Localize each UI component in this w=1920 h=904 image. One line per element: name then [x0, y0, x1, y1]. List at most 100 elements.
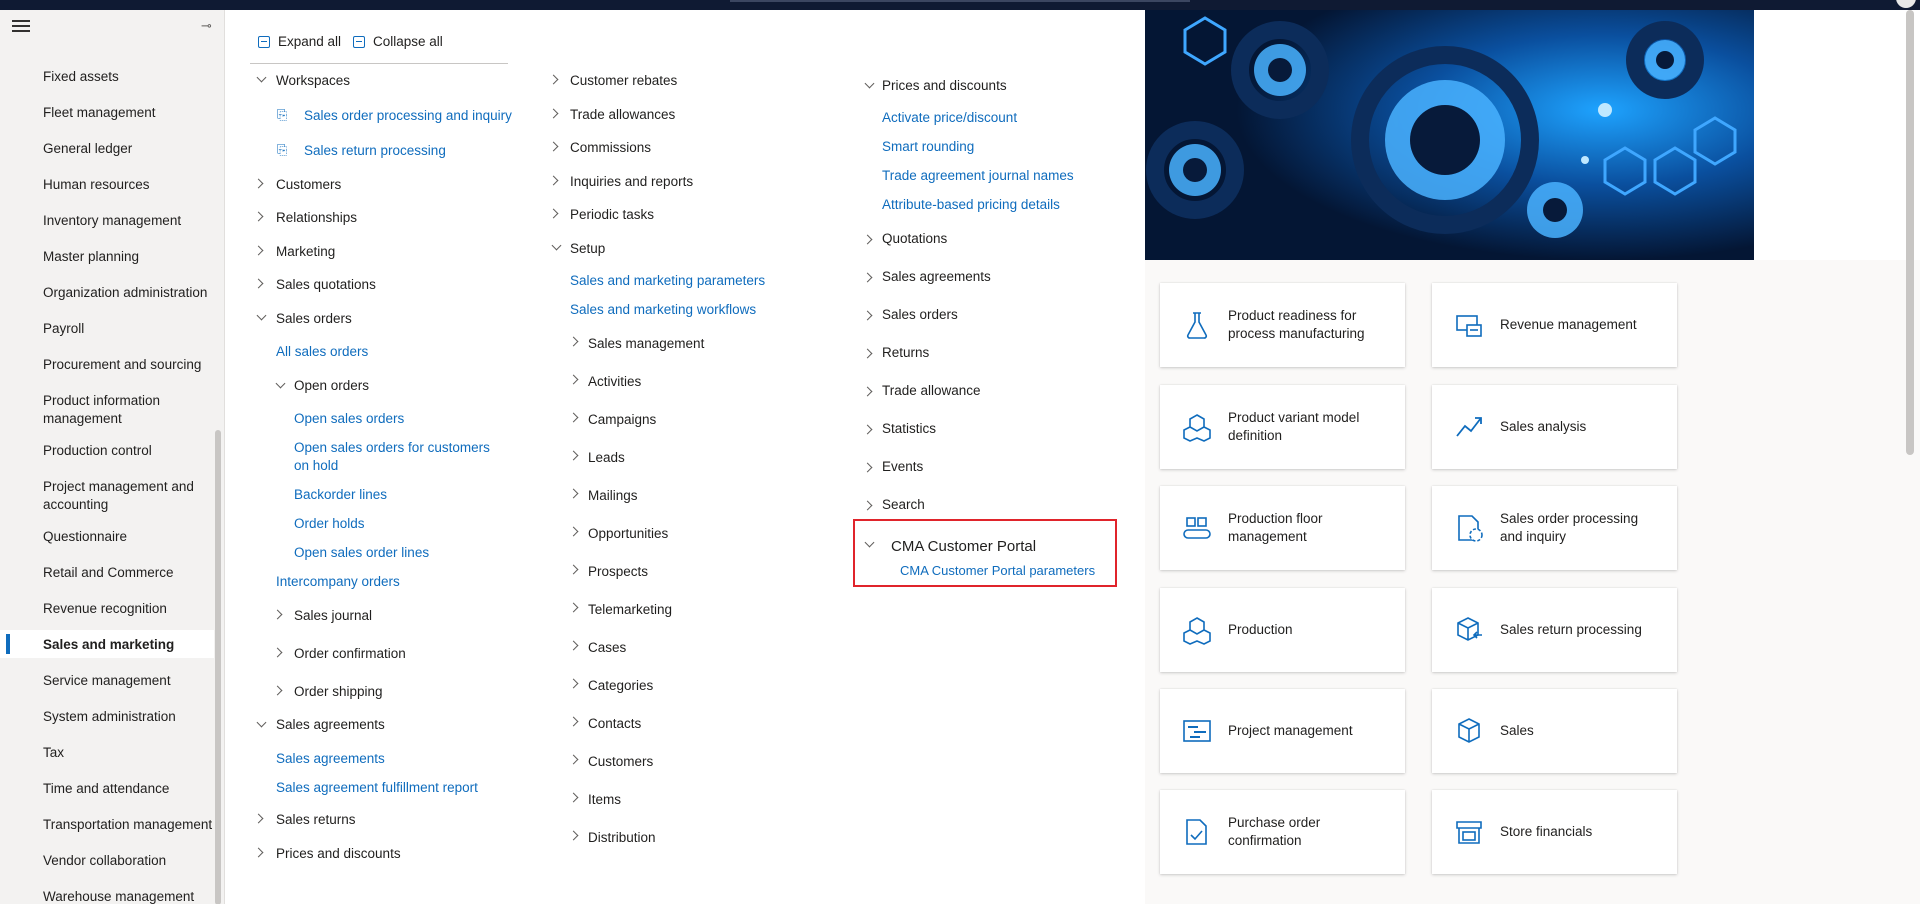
sidebar-item-master-planning[interactable]: Master planning — [43, 248, 213, 266]
link-backorder-lines[interactable]: Backorder lines — [294, 486, 387, 504]
tile-store-financials[interactable]: Store financials — [1432, 790, 1677, 874]
group-prices-and-discounts[interactable]: Prices and discounts — [276, 845, 401, 863]
group-mailings[interactable]: Mailings — [588, 487, 638, 505]
link-smart-rounding[interactable]: Smart rounding — [882, 138, 974, 156]
sidebar-item-retail-and-commerce[interactable]: Retail and Commerce — [43, 564, 213, 582]
link-trade-agreement-journal[interactable]: Trade agreement journal names — [882, 167, 1074, 185]
chevron-right-icon[interactable] — [862, 462, 873, 473]
chevron-right-icon[interactable] — [568, 336, 579, 347]
group-opportunities[interactable]: Opportunities — [588, 525, 668, 543]
group-distribution[interactable]: Distribution — [588, 829, 656, 847]
tile-purchase-order-confirmation[interactable]: Purchase order confirmation — [1160, 790, 1405, 874]
group-customers-setup[interactable]: Customers — [588, 753, 653, 771]
link-order-holds[interactable]: Order holds — [294, 515, 365, 533]
group-contacts[interactable]: Contacts — [588, 715, 641, 733]
sidebar-item-procurement-and-sourcing[interactable]: Procurement and sourcing — [43, 356, 213, 374]
sidebar-item-organization-administration[interactable]: Organization administration — [43, 284, 213, 302]
group-setup[interactable]: Setup — [570, 240, 605, 258]
group-cma-customer-portal[interactable]: CMA Customer Portal — [891, 538, 1036, 555]
tile-production-floor-management[interactable]: Production floor management — [1160, 486, 1405, 570]
group-inquiries-reports[interactable]: Inquiries and reports — [570, 173, 693, 191]
chevron-right-icon[interactable] — [568, 792, 579, 803]
sidebar-item-fleet-management[interactable]: Fleet management — [43, 104, 213, 122]
chevron-right-icon[interactable] — [862, 310, 873, 321]
link-ws-sales-order[interactable]: Sales order processing and inquiry — [304, 107, 512, 125]
link-intercompany-orders[interactable]: Intercompany orders — [276, 573, 400, 591]
sidebar-item-vendor-collaboration[interactable]: Vendor collaboration — [43, 852, 213, 870]
link-ws-sales-return[interactable]: Sales return processing — [304, 142, 446, 160]
group-workspaces[interactable]: Workspaces — [276, 72, 350, 90]
group-customer-rebates[interactable]: Customer rebates — [570, 72, 677, 90]
sidebar-item-production-control[interactable]: Production control — [43, 442, 213, 460]
page-scrollbar[interactable] — [1906, 10, 1914, 455]
link-sales-agreements[interactable]: Sales agreements — [276, 750, 385, 768]
sidebar-item-time-and-attendance[interactable]: Time and attendance — [43, 780, 213, 798]
chevron-right-icon[interactable] — [862, 272, 873, 283]
group-trade-allowances[interactable]: Trade allowances — [570, 106, 675, 124]
tile-production[interactable]: Production — [1160, 588, 1405, 672]
chevron-down-icon[interactable] — [864, 78, 875, 89]
link-sales-agreement-fulfillment[interactable]: Sales agreement fulfillment report — [276, 779, 478, 797]
sidebar-item-product-information-management[interactable]: Product information management — [43, 392, 213, 428]
group-sales-orders[interactable]: Sales orders — [276, 310, 352, 328]
group-sales-agreements-col3[interactable]: Sales agreements — [882, 268, 991, 286]
sidebar-item-project-management-and-accounting[interactable]: Project management and accounting — [43, 478, 213, 514]
tile-project-management[interactable]: Project management — [1160, 689, 1405, 773]
nav-scrollbar[interactable] — [215, 430, 221, 904]
chevron-right-icon[interactable] — [253, 178, 264, 189]
sidebar-item-revenue-recognition[interactable]: Revenue recognition — [43, 600, 213, 618]
chevron-right-icon[interactable] — [568, 830, 579, 841]
chevron-down-icon[interactable] — [256, 717, 267, 728]
chevron-right-icon[interactable] — [548, 108, 559, 119]
chevron-right-icon[interactable] — [548, 175, 559, 186]
chevron-right-icon[interactable] — [862, 386, 873, 397]
group-sales-agreements[interactable]: Sales agreements — [276, 716, 385, 734]
avatar[interactable] — [1896, 0, 1916, 8]
sidebar-item-tax[interactable]: Tax — [43, 744, 213, 762]
group-sales-returns[interactable]: Sales returns — [276, 811, 356, 829]
tile-product-variant-model-definition[interactable]: Product variant model definition — [1160, 385, 1405, 469]
link-sm-workflows[interactable]: Sales and marketing workflows — [570, 301, 756, 319]
link-open-sales-orders[interactable]: Open sales orders — [294, 410, 404, 428]
chevron-right-icon[interactable] — [272, 685, 283, 696]
search-box[interactable] — [730, 0, 1190, 2]
chevron-right-icon[interactable] — [548, 74, 559, 85]
sidebar-item-general-ledger[interactable]: General ledger — [43, 140, 213, 158]
chevron-right-icon[interactable] — [253, 211, 264, 222]
chevron-down-icon[interactable] — [275, 378, 286, 389]
group-customers[interactable]: Customers — [276, 176, 341, 194]
chevron-right-icon[interactable] — [253, 813, 264, 824]
chevron-right-icon[interactable] — [253, 245, 264, 256]
link-sm-parameters[interactable]: Sales and marketing parameters — [570, 272, 765, 290]
link-attribute-pricing[interactable]: Attribute-based pricing details — [882, 196, 1060, 214]
link-open-sales-orders-hold[interactable]: Open sales orders for customers on hold — [294, 439, 504, 475]
sidebar-item-inventory-management[interactable]: Inventory management — [43, 212, 213, 230]
chevron-down-icon[interactable] — [256, 310, 267, 321]
group-sales-journal[interactable]: Sales journal — [294, 607, 372, 625]
group-order-confirmation[interactable]: Order confirmation — [294, 645, 406, 663]
group-cases[interactable]: Cases — [588, 639, 626, 657]
chevron-down-icon[interactable] — [551, 240, 562, 251]
chevron-right-icon[interactable] — [272, 647, 283, 658]
tile-revenue-management[interactable]: Revenue management — [1432, 283, 1677, 367]
group-statistics[interactable]: Statistics — [882, 420, 936, 438]
chevron-right-icon[interactable] — [862, 234, 873, 245]
tile-sales[interactable]: Sales — [1432, 689, 1677, 773]
link-cma-parameters[interactable]: CMA Customer Portal parameters — [900, 563, 1095, 578]
chevron-right-icon[interactable] — [568, 488, 579, 499]
group-categories[interactable]: Categories — [588, 677, 653, 695]
chevron-right-icon[interactable] — [568, 678, 579, 689]
group-activities[interactable]: Activities — [588, 373, 641, 391]
chevron-right-icon[interactable] — [568, 526, 579, 537]
sidebar-item-transportation-management[interactable]: Transportation management — [43, 816, 213, 834]
chevron-right-icon[interactable] — [272, 609, 283, 620]
group-quotations[interactable]: Quotations — [882, 230, 947, 248]
sidebar-item-fixed-assets[interactable]: Fixed assets — [43, 68, 213, 86]
chevron-right-icon[interactable] — [568, 754, 579, 765]
group-sales-quotations[interactable]: Sales quotations — [276, 276, 376, 294]
chevron-right-icon[interactable] — [568, 640, 579, 651]
group-campaigns[interactable]: Campaigns — [588, 411, 656, 429]
sidebar-item-service-management[interactable]: Service management — [43, 672, 213, 690]
group-commissions[interactable]: Commissions — [570, 139, 651, 157]
tile-sales-analysis[interactable]: Sales analysis — [1432, 385, 1677, 469]
